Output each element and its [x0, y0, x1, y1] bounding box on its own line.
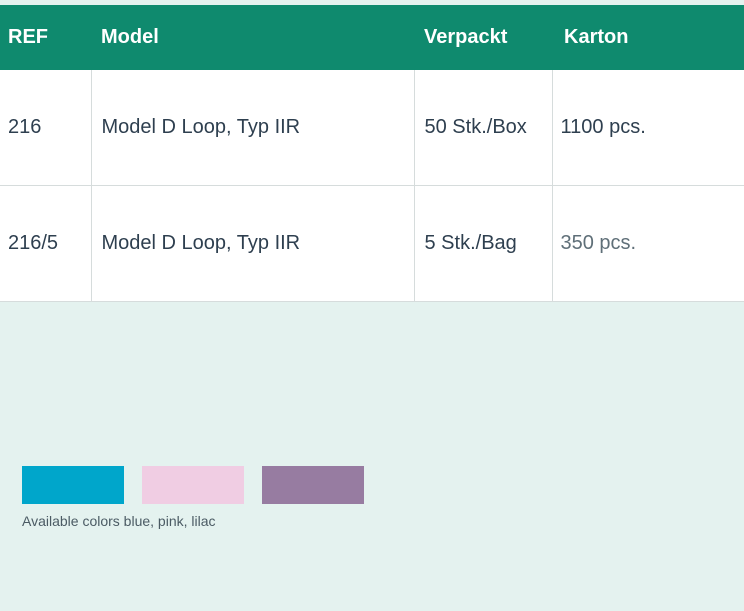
cell-karton: 1100 pcs.: [552, 70, 744, 186]
header-row: REF Model Verpackt Karton: [0, 5, 744, 70]
swatch-pink: [142, 466, 244, 504]
table-row: 216 Model D Loop, Typ IIR 50 Stk./Box 11…: [0, 70, 744, 186]
colors-caption: Available colors blue, pink, lilac: [22, 513, 216, 529]
header-karton: Karton: [552, 5, 744, 70]
header-ref: REF: [0, 5, 91, 70]
cell-ref: 216/5: [0, 185, 92, 302]
table-row: 216/5 Model D Loop, Typ IIR 5 Stk./Bag 3…: [0, 185, 744, 302]
table-body: 216 Model D Loop, Typ IIR 50 Stk./Box 11…: [0, 70, 744, 302]
color-swatches: [22, 466, 364, 504]
swatch-lilac: [262, 466, 364, 504]
table-header: REF Model Verpackt Karton: [0, 5, 744, 70]
cell-model: Model D Loop, Typ IIR: [91, 185, 415, 302]
swatch-blue: [22, 466, 124, 504]
cell-karton: 350 pcs.: [552, 185, 744, 302]
header-model: Model: [91, 5, 414, 70]
cell-verpackt: 50 Stk./Box: [414, 70, 553, 186]
cell-ref: 216: [0, 70, 92, 186]
product-table: REF Model Verpackt Karton 216 Model D Lo…: [0, 5, 744, 302]
header-verpackt: Verpackt: [414, 5, 552, 70]
cell-model: Model D Loop, Typ IIR: [91, 70, 415, 186]
cell-verpackt: 5 Stk./Bag: [414, 185, 553, 302]
